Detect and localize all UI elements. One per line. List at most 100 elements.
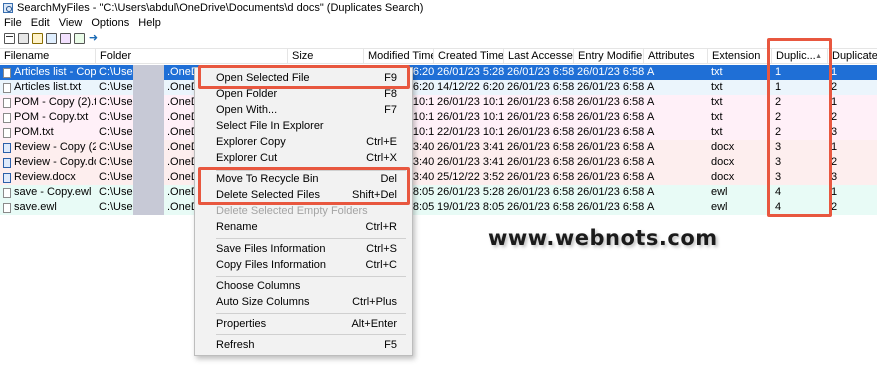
cell-created: 26/01/23 10:1...: [437, 111, 504, 123]
menu-item-delete-empty-folders: Delete Selected Empty Folders: [195, 203, 412, 219]
cell-created: 25/12/22 3:52...: [437, 171, 504, 183]
menu-item-open-with[interactable]: Open With... F7: [195, 102, 412, 118]
col-extension[interactable]: Extension: [708, 49, 772, 64]
exit-icon[interactable]: ➜: [88, 32, 99, 44]
filename-text: Review - Copy (2)....: [14, 141, 96, 153]
menu-item-label: Explorer Copy: [216, 136, 286, 148]
menu-item-label: Open Folder: [216, 88, 278, 100]
cell-filename: Articles list.txt: [0, 80, 96, 95]
table-row[interactable]: Review - Copy.docxC:\Users\.OneDriv25/12…: [0, 155, 877, 170]
text-file-icon: [3, 127, 11, 138]
menu-item-select-in-explorer[interactable]: Select File In Explorer: [195, 118, 412, 134]
table-row[interactable]: Articles list.txt C:\Users\ .OneDriv 14/12/…: [0, 80, 877, 95]
cell-attr: A: [647, 81, 655, 93]
menu-item-shortcut: Ctrl+R: [365, 221, 397, 233]
col-duplicate-number[interactable]: Duplicate ...: [828, 49, 877, 64]
col-modified-time[interactable]: Modified Time: [364, 49, 434, 64]
menu-item-label: Open With...: [216, 104, 278, 116]
cell-created: 19/01/23 8:05...: [437, 201, 504, 213]
table-row[interactable]: Review.docxC:\Users\.OneDriv25/12/22 3:4…: [0, 170, 877, 185]
copy-icon[interactable]: [46, 32, 57, 44]
filename-text: Articles list.txt: [14, 81, 82, 93]
cell-entry: 26/01/23 6:58...: [577, 141, 644, 153]
menu-separator: [216, 313, 406, 314]
text-file-icon: [3, 97, 11, 108]
menu-item-choose-columns[interactable]: Choose Columns: [195, 278, 412, 294]
cell-created: 26/01/23 10:1...: [437, 96, 504, 108]
file-icon: [3, 202, 11, 213]
menu-item-properties[interactable]: Properties Alt+Enter: [195, 316, 412, 332]
cell-folder2: .OneDriv: [167, 111, 194, 123]
cell-attr: A: [647, 186, 655, 198]
cell-accessed: 26/01/23 6:58...: [507, 81, 574, 93]
filename-text: POM.txt: [14, 126, 54, 138]
highlight-delete-options: [198, 167, 410, 205]
cell-dup2: 1: [831, 66, 838, 78]
filename-text: Articles list - Copy....: [14, 66, 96, 78]
table-row[interactable]: POM - Copy.txtC:\Users\.OneDriv22/01/23 …: [0, 110, 877, 125]
menu-item-shortcut: F7: [384, 104, 397, 116]
word-doc-icon: [3, 172, 11, 183]
cell-filename: save.ewl: [0, 200, 96, 215]
col-filename[interactable]: Filename: [0, 49, 96, 64]
menu-item-label: Refresh: [216, 339, 255, 351]
cell-ext: docx: [711, 141, 735, 153]
cell-created: 26/01/23 5:28...: [437, 186, 504, 198]
menu-item-save-files-information[interactable]: Save Files Information Ctrl+S: [195, 241, 412, 257]
table-row[interactable]: POM - Copy (2).txtC:\Users\.OneDriv22/01…: [0, 95, 877, 110]
menu-item-refresh[interactable]: Refresh F5: [195, 337, 412, 353]
export-icon[interactable]: [32, 32, 43, 44]
filename-text: save.ewl: [14, 201, 57, 213]
cell-folder2: .OneDriv: [167, 156, 194, 168]
menu-item-auto-size-columns[interactable]: Auto Size Columns Ctrl+Plus: [195, 294, 412, 310]
menu-bar: File Edit View Options Help: [0, 16, 170, 30]
menu-item-explorer-copy[interactable]: Explorer Copy Ctrl+E: [195, 134, 412, 150]
cell-filename: POM.txt: [0, 125, 96, 140]
table-row[interactable]: save.ewl C:\Users\ .OneDriv 19/01/23 8:05..…: [0, 200, 877, 215]
menu-item-copy-files-information[interactable]: Copy Files Information Ctrl+C: [195, 257, 412, 273]
cell-attr: A: [647, 111, 655, 123]
col-entry-modified[interactable]: Entry Modifie...: [574, 49, 644, 64]
cell-folder: C:\Users\: [99, 171, 136, 183]
col-last-accessed[interactable]: Last Accessed...: [504, 49, 574, 64]
cell-entry: 26/01/23 6:58...: [577, 81, 644, 93]
menu-item-label: Rename: [216, 221, 258, 233]
menu-view[interactable]: View: [59, 17, 83, 29]
col-folder[interactable]: Folder: [96, 49, 288, 64]
cell-attr: A: [647, 96, 655, 108]
cell-created: 26/01/23 5:28...: [437, 66, 504, 78]
cell-ext: txt: [711, 126, 723, 138]
new-search-icon[interactable]: [4, 32, 15, 44]
table-row[interactable]: save - Copy.ewlC:\Users\.OneDriv19/01/23…: [0, 185, 877, 200]
table-row[interactable]: Articles list - Copy....C:\Users\ .OneDri…: [0, 65, 877, 80]
menu-options[interactable]: Options: [91, 17, 129, 29]
menu-item-explorer-cut[interactable]: Explorer Cut Ctrl+X: [195, 150, 412, 166]
menu-item-label: Explorer Cut: [216, 152, 278, 164]
menu-help[interactable]: Help: [138, 17, 161, 29]
file-icon: [3, 187, 11, 198]
cell-accessed: 26/01/23 6:58...: [507, 141, 574, 153]
menu-file[interactable]: File: [4, 17, 22, 29]
find-icon[interactable]: [74, 32, 85, 44]
menu-item-shortcut: Alt+Enter: [351, 318, 397, 330]
col-attributes[interactable]: Attributes: [644, 49, 708, 64]
cell-folder: C:\Users\: [99, 201, 136, 213]
window-title: SearchMyFiles - "C:\Users\abdul\OneDrive…: [17, 1, 424, 14]
cell-folder2: .OneDriv: [167, 96, 194, 108]
cell-ext: docx: [711, 171, 735, 183]
save-icon[interactable]: [18, 32, 29, 44]
properties-icon[interactable]: [60, 32, 71, 44]
menu-edit[interactable]: Edit: [31, 17, 50, 29]
cell-attr: A: [647, 171, 655, 183]
col-created-time[interactable]: Created Time: [434, 49, 504, 64]
menu-item-rename[interactable]: Rename Ctrl+R: [195, 219, 412, 235]
cell-ext: ewl: [711, 201, 728, 213]
menu-separator: [216, 238, 406, 239]
cell-entry: 26/01/23 6:58...: [577, 96, 644, 108]
table-row[interactable]: Review - Copy (2)....C:\Users\.OneDriv25…: [0, 140, 877, 155]
col-size[interactable]: Size: [288, 49, 364, 64]
cell-dup2: 1: [831, 186, 838, 198]
cell-accessed: 26/01/23 6:58...: [507, 96, 574, 108]
cell-folder2: .OneDriv: [167, 171, 194, 183]
table-row[interactable]: POM.txt C:\Users\ .OneDriv 22/01/23 10:1...…: [0, 125, 877, 140]
